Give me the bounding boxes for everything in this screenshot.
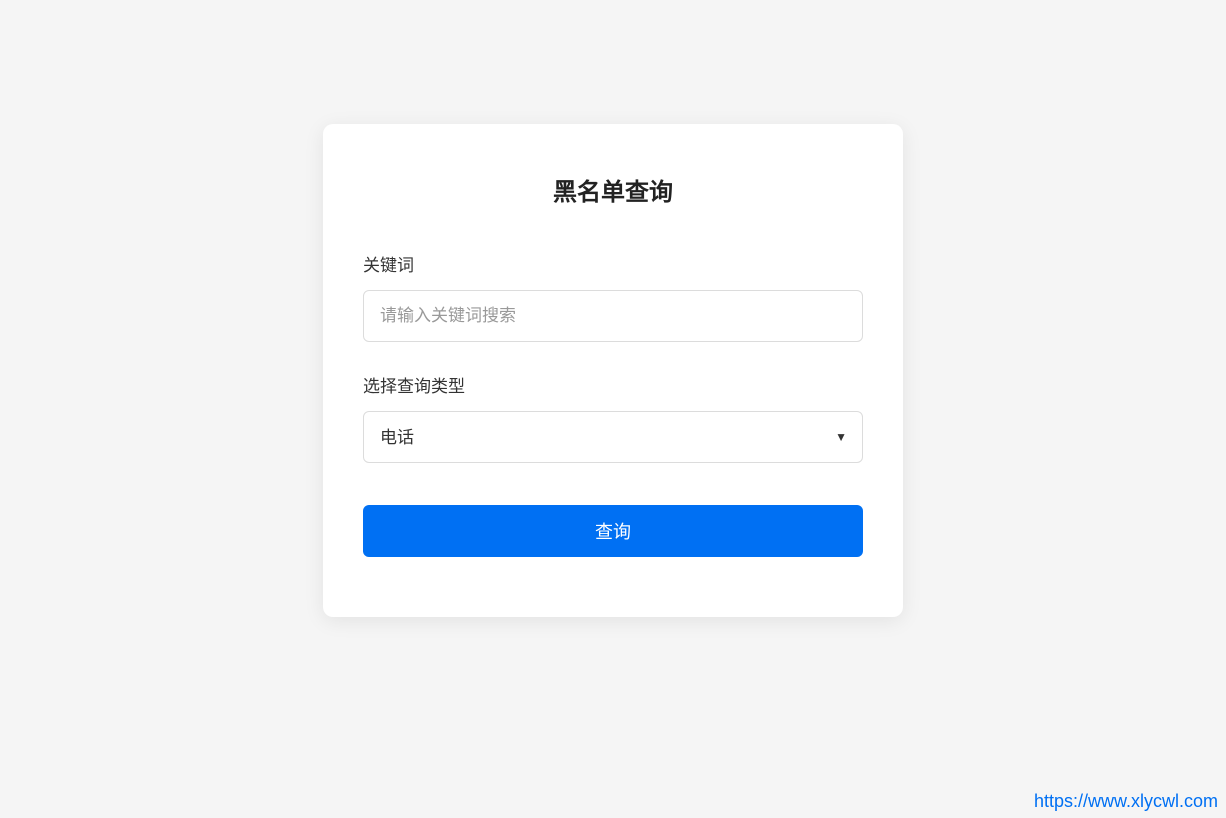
keyword-group: 关键词 bbox=[363, 251, 863, 342]
query-card: 黑名单查询 关键词 选择查询类型 电话 ▼ 查询 bbox=[323, 124, 903, 617]
submit-button[interactable]: 查询 bbox=[363, 505, 863, 557]
card-title: 黑名单查询 bbox=[363, 172, 863, 207]
keyword-input[interactable] bbox=[363, 290, 863, 342]
query-type-group: 选择查询类型 电话 ▼ bbox=[363, 372, 863, 463]
footer-link[interactable]: https://www.xlycwl.com bbox=[1034, 791, 1218, 812]
query-type-label: 选择查询类型 bbox=[363, 372, 863, 397]
keyword-label: 关键词 bbox=[363, 251, 863, 276]
query-type-select[interactable]: 电话 bbox=[363, 411, 863, 463]
select-wrapper: 电话 ▼ bbox=[363, 411, 863, 463]
